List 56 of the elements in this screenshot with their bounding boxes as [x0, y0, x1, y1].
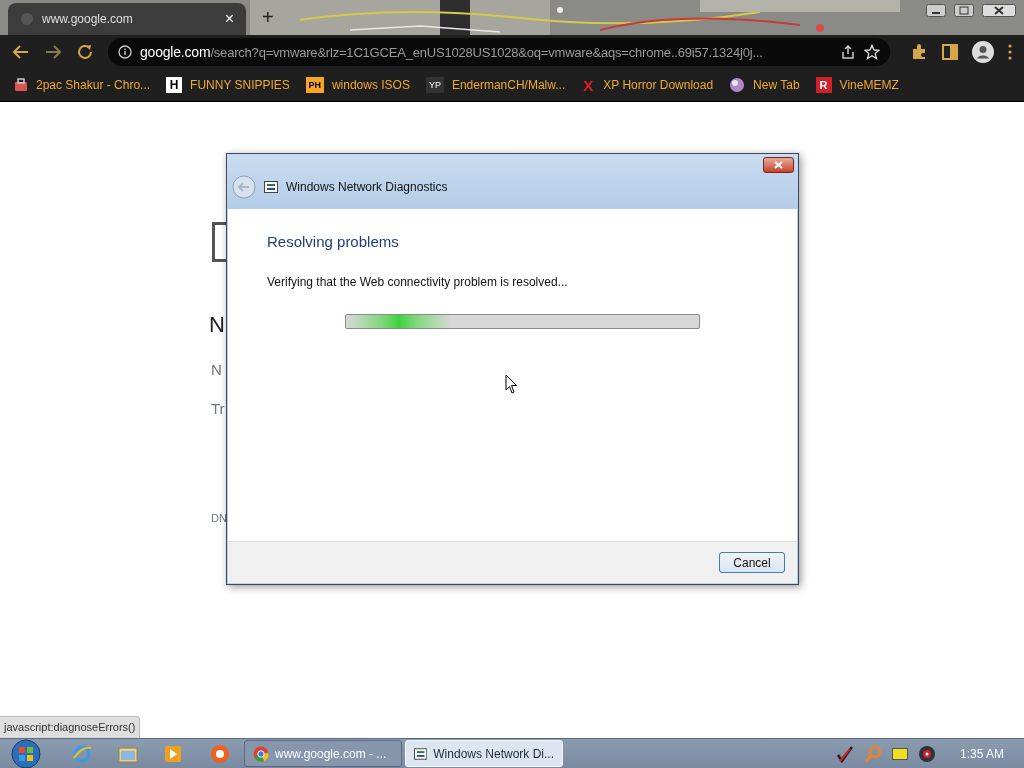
browser-tab[interactable]: www.google.com × [8, 3, 246, 35]
bookmark-link[interactable]: FUNNY SNIPPIES [190, 76, 290, 94]
bookmark-logo: YP [425, 77, 444, 93]
dialog-title: Windows Network Diagnostics [286, 179, 448, 196]
bookmark-link[interactable]: VineMEMZ [839, 76, 899, 94]
reload-icon[interactable] [76, 43, 94, 61]
bookmark-link[interactable]: 2pac Shakur - Chro... [36, 76, 151, 94]
globe-icon [20, 12, 34, 26]
bookmark-logo: X [582, 77, 595, 93]
bookmark-link[interactable]: XP Horror Download [603, 76, 714, 94]
menu-icon[interactable] [1008, 44, 1012, 60]
mouse-cursor-icon [505, 373, 518, 394]
info-icon [118, 45, 132, 59]
new-tab-button[interactable]: + [262, 7, 274, 27]
dialog-message: Verifying that the Web connectivity problem is resolved... [267, 273, 569, 291]
start-button[interactable] [8, 738, 44, 768]
forward-arrow-icon[interactable] [44, 43, 62, 61]
close-icon[interactable] [982, 4, 1016, 17]
puzzle-icon[interactable] [910, 43, 928, 61]
status-bubble: javascript:diagnoseErrors() [0, 716, 141, 738]
restore-icon[interactable] [954, 4, 974, 17]
notification-icon[interactable] [891, 747, 908, 760]
network-icon [264, 181, 278, 193]
check-mark-icon[interactable] [835, 744, 854, 763]
url-text: google.com/search?q=vmware&rlz=1C1GCEA_enUS1028US1028&oq=vmware&aqs=chrome..69i57.1324j0j... [140, 42, 764, 62]
back-arrow-icon[interactable] [12, 43, 30, 61]
app-icon[interactable] [210, 743, 230, 764]
bookmark-link[interactable]: New Tab [753, 76, 800, 94]
speaker-icon[interactable] [917, 744, 936, 763]
bookmark-link[interactable]: EndermanCH/Malw... [451, 76, 566, 94]
bookmark-logo: H [166, 77, 183, 93]
profile-avatar-icon[interactable] [972, 41, 994, 63]
bookmark-logo: PH [305, 77, 324, 93]
bookmark-logo: R [815, 77, 832, 93]
globe-icon [729, 77, 746, 93]
sidebar-icon[interactable] [942, 44, 958, 60]
page-text: Tr [211, 399, 225, 419]
minimize-icon[interactable] [926, 4, 946, 17]
star-icon[interactable] [864, 44, 880, 60]
close-icon [774, 161, 783, 169]
address-bar[interactable]: google.com/search?q=vmware&rlz=1C1GCEA_enUS1028US1028&oq=vmware&aqs=chrome..69i57.1324j0j... [108, 38, 890, 66]
taskbar-button[interactable]: Windows Network Di... [405, 740, 563, 767]
page-text: DN [211, 511, 227, 526]
briefcase-icon [14, 78, 28, 92]
dialog-heading: Resolving problems [267, 232, 400, 252]
bookmark-link[interactable]: windows ISOS [331, 76, 410, 94]
clock: 1:35 AM [959, 745, 1004, 763]
page-text: N [211, 360, 222, 380]
tab-close[interactable]: × [224, 11, 234, 27]
cancel-button[interactable]: Cancel [719, 552, 785, 573]
media-player-icon[interactable] [164, 744, 182, 763]
network-icon [414, 747, 428, 760]
close-button[interactable] [763, 157, 794, 173]
chrome-icon [253, 745, 269, 762]
tab-title: www.google.com [42, 11, 134, 28]
share-icon[interactable] [840, 44, 856, 60]
